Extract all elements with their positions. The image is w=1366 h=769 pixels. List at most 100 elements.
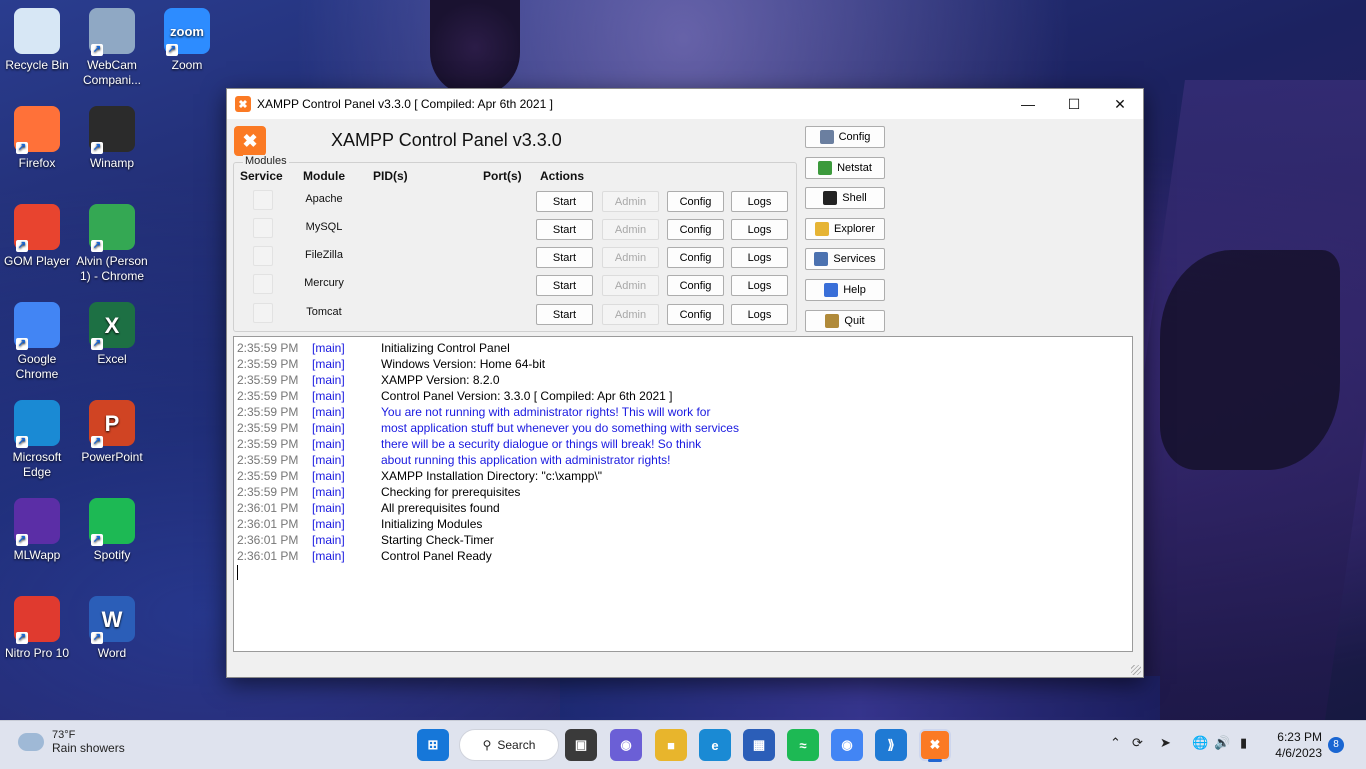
log-console[interactable]: 2:35:59 PM [main] Initializing Control Pan…: [233, 336, 1133, 652]
desktop-icon[interactable]: ↗ MLWapp: [0, 498, 74, 563]
task-view-icon[interactable]: ▣: [565, 729, 597, 761]
log-line: 2:36:01 PM [main] Starting Check-Timer: [237, 532, 1129, 548]
wallpaper-shape: [1160, 250, 1340, 470]
module-start-button[interactable]: Start: [536, 247, 593, 268]
location-icon[interactable]: ➤: [1160, 735, 1171, 751]
service-checkbox[interactable]: [253, 246, 273, 266]
file-explorer-icon[interactable]: ■: [655, 729, 687, 761]
desktop-icon[interactable]: ↗ Microsoft Edge: [0, 400, 74, 480]
edge-taskbar-icon[interactable]: e: [699, 729, 731, 761]
close-button[interactable]: ✕: [1097, 89, 1143, 119]
service-checkbox[interactable]: [253, 190, 273, 210]
wallpaper-shape: [430, 0, 520, 95]
xampp-taskbar-icon[interactable]: ✖: [919, 729, 951, 761]
log-module: [main]: [312, 533, 345, 547]
module-start-button[interactable]: Start: [536, 304, 593, 325]
desktop-icon[interactable]: ↗ WebCam Compani...: [75, 8, 149, 88]
shortcut-arrow-icon: ↗: [91, 534, 103, 546]
search-button[interactable]: ⚲ Search: [459, 729, 559, 761]
module-admin-button: Admin: [602, 247, 659, 268]
side-explorer-button[interactable]: Explorer: [805, 218, 885, 240]
resize-grip[interactable]: [1131, 665, 1141, 675]
shortcut-arrow-icon: ↗: [16, 240, 28, 252]
module-start-button[interactable]: Start: [536, 275, 593, 296]
service-checkbox[interactable]: [253, 274, 273, 294]
log-line: 2:35:59 PM [main] You are not running with…: [237, 404, 1129, 420]
module-name: Mercury: [304, 277, 344, 289]
minimize-button[interactable]: —: [1005, 89, 1051, 119]
desktop-icon[interactable]: ↗ Nitro Pro 10: [0, 596, 74, 661]
side-config-button[interactable]: Config: [805, 126, 885, 148]
log-line: 2:35:59 PM [main] about running this appli…: [237, 452, 1129, 468]
log-module: [main]: [312, 469, 345, 483]
desktop-icon[interactable]: X ↗ Excel: [75, 302, 149, 367]
module-logs-button[interactable]: Logs: [731, 275, 788, 296]
recycle-bin-icon: [14, 8, 60, 54]
vscode-icon[interactable]: ⟫: [875, 729, 907, 761]
title-bar[interactable]: ✖ XAMPP Control Panel v3.3.0 [ Compiled:…: [227, 89, 1143, 119]
maximize-button[interactable]: ☐: [1051, 89, 1097, 119]
sync-icon[interactable]: ⟳: [1132, 735, 1143, 751]
teams-chat-icon[interactable]: ◉: [610, 729, 642, 761]
shortcut-arrow-icon: ↗: [16, 338, 28, 350]
start-button[interactable]: ⊞: [417, 729, 449, 761]
folder-icon: [815, 222, 830, 236]
desktop-icon-label: Excel: [97, 352, 127, 366]
log-line: 2:35:59 PM [main] Windows Version: Home 64…: [237, 356, 1129, 372]
log-time: 2:35:59 PM: [237, 341, 299, 355]
desktop-icon[interactable]: ↗ GOM Player: [0, 204, 74, 269]
log-time: 2:35:59 PM: [237, 421, 299, 435]
module-start-button[interactable]: Start: [536, 219, 593, 240]
log-line: 2:35:59 PM [main] most application stuff b…: [237, 420, 1129, 436]
side-button-label: Config: [838, 131, 871, 143]
module-start-button[interactable]: Start: [536, 191, 593, 212]
side-help-button[interactable]: Help: [805, 279, 885, 301]
side-services-button[interactable]: Services: [805, 248, 885, 270]
notification-badge[interactable]: 8: [1328, 737, 1344, 753]
service-checkbox[interactable]: [253, 303, 273, 323]
module-config-button[interactable]: Config: [667, 247, 724, 268]
desktop-icon[interactable]: ↗ Google Chrome: [0, 302, 74, 382]
log-msg: Starting Check-Timer: [381, 533, 494, 547]
desktop-icon[interactable]: ↗ Spotify: [75, 498, 149, 563]
battery-icon[interactable]: ▮: [1240, 735, 1247, 751]
desktop-icon[interactable]: Recycle Bin: [0, 8, 74, 73]
desktop-icon[interactable]: zoom ↗ Zoom: [150, 8, 224, 73]
language-icon[interactable]: 🌐: [1192, 735, 1208, 751]
spotify-taskbar-icon[interactable]: ≈: [787, 729, 819, 761]
icon-glyph: W: [101, 606, 123, 632]
module-logs-button[interactable]: Logs: [731, 191, 788, 212]
side-shell-button[interactable]: Shell: [805, 187, 885, 209]
log-msg: there will be a security dialogue or thi…: [381, 437, 702, 451]
log-time: 2:35:59 PM: [237, 453, 299, 467]
weather-widget[interactable]: 73°F Rain showers: [18, 729, 125, 755]
clock-date: 4/6/2023: [1275, 746, 1322, 760]
module-config-button[interactable]: Config: [667, 191, 724, 212]
module-config-button[interactable]: Config: [667, 219, 724, 240]
module-logs-button[interactable]: Logs: [731, 219, 788, 240]
service-checkbox[interactable]: [253, 218, 273, 238]
desktop-icon[interactable]: P ↗ PowerPoint: [75, 400, 149, 465]
desktop-icon[interactable]: W ↗ Word: [75, 596, 149, 661]
side-quit-button[interactable]: Quit: [805, 310, 885, 332]
desktop-icon[interactable]: ↗ Firefox: [0, 106, 74, 171]
clock[interactable]: 6:23 PM 4/6/2023: [1275, 729, 1322, 761]
side-netstat-button[interactable]: Netstat: [805, 157, 885, 179]
module-logs-button[interactable]: Logs: [731, 304, 788, 325]
store-icon[interactable]: ▦: [743, 729, 775, 761]
volume-icon[interactable]: 🔊: [1214, 735, 1230, 751]
module-admin-button: Admin: [602, 191, 659, 212]
header-pids: PID(s): [373, 169, 408, 183]
desktop-icon[interactable]: ↗ Winamp: [75, 106, 149, 171]
module-config-button[interactable]: Config: [667, 275, 724, 296]
chevron-up-icon[interactable]: ⌃: [1110, 735, 1121, 751]
module-admin-button: Admin: [602, 304, 659, 325]
search-label: Search: [497, 738, 536, 752]
shortcut-arrow-icon: ↗: [16, 436, 28, 448]
module-logs-button[interactable]: Logs: [731, 247, 788, 268]
chrome-taskbar-icon[interactable]: ◉: [831, 729, 863, 761]
desktop-icon[interactable]: ↗ Alvin (Person 1) - Chrome: [75, 204, 149, 284]
log-line: 2:35:59 PM [main] Checking for prerequisit…: [237, 484, 1129, 500]
firefox-icon: ↗: [14, 106, 60, 154]
module-config-button[interactable]: Config: [667, 304, 724, 325]
